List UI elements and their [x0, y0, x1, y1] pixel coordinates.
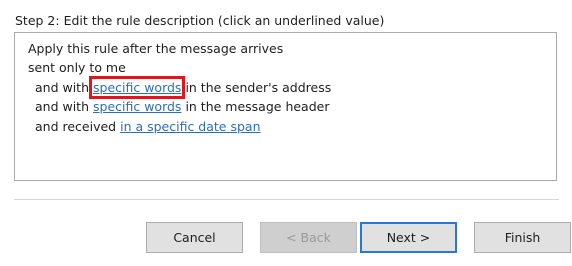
rule-line-message-header: and with specific words in the message h… — [35, 99, 329, 115]
rule-line-sender-address: and with specific words in the sender's … — [35, 76, 332, 99]
back-button[interactable]: < Back — [260, 222, 357, 253]
rule-line-suffix: in the message header — [185, 99, 330, 114]
button-separator — [14, 199, 559, 200]
specific-words-link-sender[interactable]: specific words — [88, 76, 186, 99]
rule-line-prefix: and received — [35, 119, 117, 134]
date-span-link[interactable]: in a specific date span — [120, 119, 260, 134]
finish-button[interactable]: Finish — [474, 222, 571, 253]
step-2-label: Step 2: Edit the rule description (click… — [15, 13, 385, 28]
rule-line-suffix: in the sender's address — [185, 80, 332, 95]
rule-description-box: Apply this rule after the message arrive… — [14, 32, 557, 181]
rule-line-condition: Apply this rule after the message arrive… — [28, 41, 284, 56]
rule-line-date-span: and received in a specific date span — [35, 119, 261, 135]
rule-line-sent-only-to-me: sent only to me — [28, 60, 126, 75]
specific-words-link-header[interactable]: specific words — [93, 99, 181, 114]
cancel-button[interactable]: Cancel — [146, 222, 243, 253]
next-button[interactable]: Next > — [360, 222, 457, 253]
rule-line-prefix: and with — [35, 80, 90, 95]
rule-line-prefix: and with — [35, 99, 90, 114]
